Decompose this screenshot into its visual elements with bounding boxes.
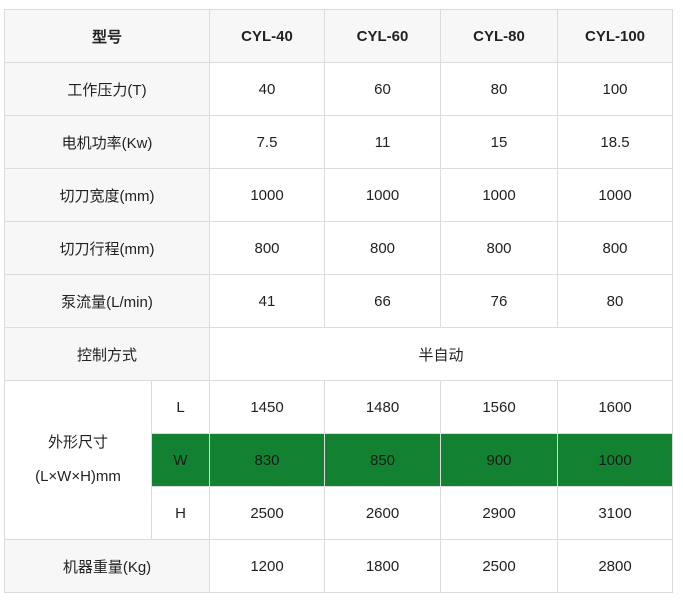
table-row: 机器重量(Kg) 1200 1800 2500 2800	[3, 539, 674, 593]
cell: 1000	[440, 168, 559, 222]
cell: 2900	[440, 486, 559, 540]
dimension-axis-h: H	[150, 486, 211, 540]
row-label-cutter-stroke: 切刀行程(mm)	[3, 221, 211, 275]
cell: 1200	[209, 539, 326, 593]
dimension-axis-w: W	[150, 433, 211, 487]
cell: 80	[440, 62, 559, 116]
cell: 1560	[440, 380, 559, 434]
row-label-control-mode: 控制方式	[3, 327, 211, 381]
cell: 830	[209, 433, 326, 487]
cell: 76	[440, 274, 559, 328]
cell: 800	[324, 221, 442, 275]
row-label-weight: 机器重量(Kg)	[3, 539, 211, 593]
table-row: 控制方式 半自动	[3, 327, 674, 381]
table-row: 泵流量(L/min) 41 66 76 80	[3, 274, 674, 328]
cell: 18.5	[557, 115, 674, 169]
cell: 40	[209, 62, 326, 116]
cell: 2500	[209, 486, 326, 540]
cell: 1000	[209, 168, 326, 222]
cell: 1600	[557, 380, 674, 434]
row-label-pump-flow: 泵流量(L/min)	[3, 274, 211, 328]
cell: 1000	[557, 168, 674, 222]
spec-table-container: 型号 CYL-40 CYL-60 CYL-80 CYL-100 工作压力(T) …	[3, 9, 674, 593]
cell: 2800	[557, 539, 674, 593]
model-cyl-80: CYL-80	[440, 9, 559, 63]
cell: 1480	[324, 380, 442, 434]
cell: 11	[324, 115, 442, 169]
cell: 60	[324, 62, 442, 116]
cell: 15	[440, 115, 559, 169]
cell: 800	[557, 221, 674, 275]
table-row: 工作压力(T) 40 60 80 100	[3, 62, 674, 116]
spec-table: 型号 CYL-40 CYL-60 CYL-80 CYL-100 工作压力(T) …	[3, 9, 674, 593]
model-header-label: 型号	[3, 9, 211, 63]
row-label-pressure: 工作压力(T)	[3, 62, 211, 116]
model-cyl-40: CYL-40	[209, 9, 326, 63]
cell: 7.5	[209, 115, 326, 169]
cell: 100	[557, 62, 674, 116]
control-mode-value: 半自动	[209, 327, 674, 381]
table-row: 外形尺寸 (L×W×H)mm L 1450 1480 1560 1600	[4, 380, 674, 540]
cell: 900	[440, 433, 559, 487]
cell: 1000	[557, 433, 674, 487]
table-row: 切刀宽度(mm) 1000 1000 1000 1000	[3, 168, 674, 222]
header-row: 型号 CYL-40 CYL-60 CYL-80 CYL-100	[3, 9, 674, 63]
cell: 1800	[324, 539, 442, 593]
row-label-dimensions: 外形尺寸 (L×W×H)mm	[4, 380, 152, 540]
cell: 800	[440, 221, 559, 275]
row-label-cutter-width: 切刀宽度(mm)	[3, 168, 211, 222]
dimension-axis-l: L	[150, 380, 211, 434]
row-label-motor-power: 电机功率(Kw)	[3, 115, 211, 169]
cell: 850	[324, 433, 442, 487]
table-row: 电机功率(Kw) 7.5 11 15 18.5	[3, 115, 674, 169]
cell: 41	[209, 274, 326, 328]
model-cyl-100: CYL-100	[557, 9, 674, 63]
cell: 1450	[209, 380, 326, 434]
cell: 1000	[324, 168, 442, 222]
table-row: 切刀行程(mm) 800 800 800 800	[3, 221, 674, 275]
model-cyl-60: CYL-60	[324, 9, 442, 63]
cell: 80	[557, 274, 674, 328]
dimensions-label-line2: (L×W×H)mm	[35, 468, 121, 485]
cell: 2600	[324, 486, 442, 540]
cell: 3100	[557, 486, 674, 540]
cell: 800	[209, 221, 326, 275]
cell: 2500	[440, 539, 559, 593]
cell: 66	[324, 274, 442, 328]
dimensions-label-line1: 外形尺寸	[47, 434, 108, 451]
